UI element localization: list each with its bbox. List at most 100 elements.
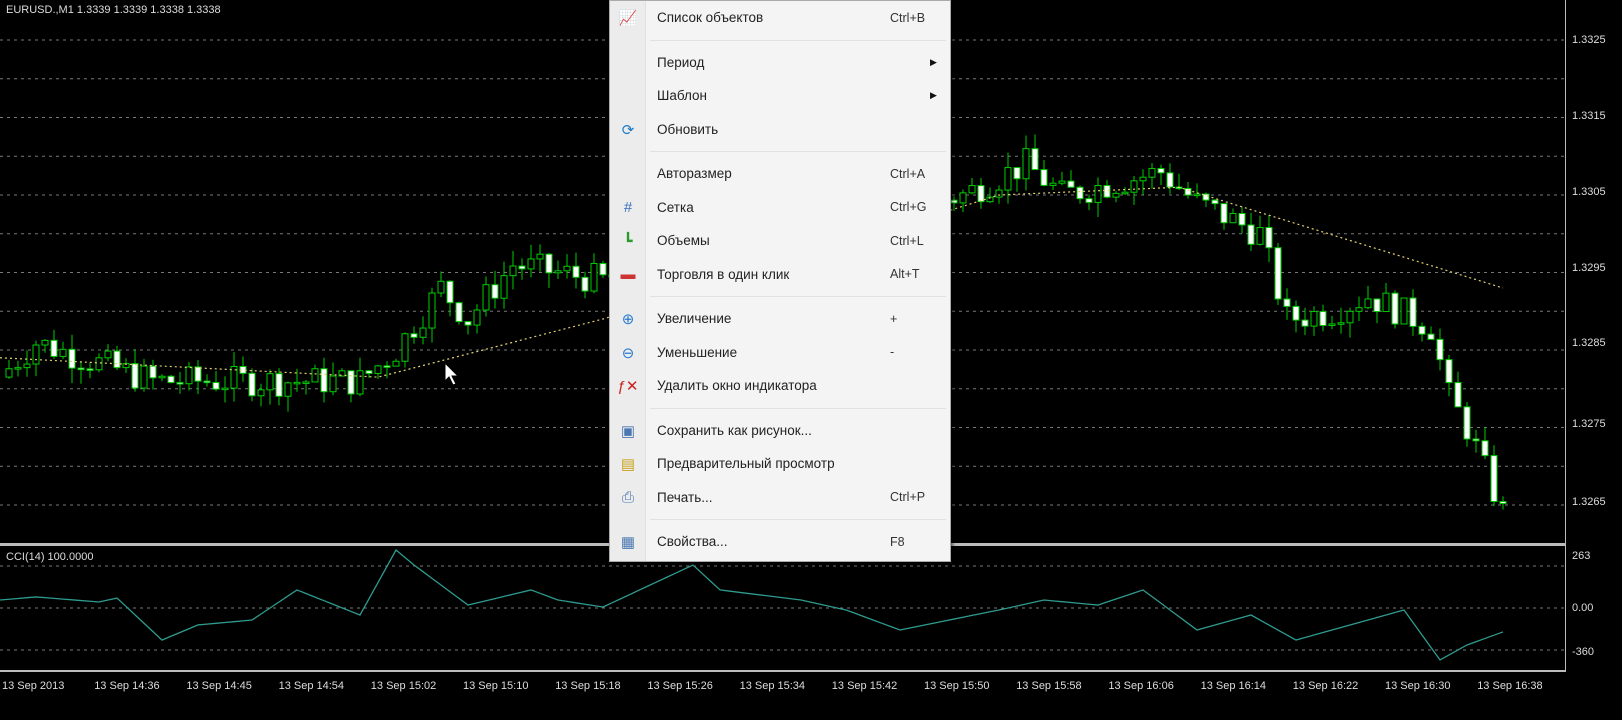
candle-body <box>1499 500 1507 505</box>
volumes-icon: ┗ <box>623 233 633 250</box>
menu-item-label: Объемы <box>657 233 710 249</box>
candle-body <box>1382 292 1390 313</box>
candle-body <box>1337 322 1345 325</box>
candle-body <box>1391 292 1399 325</box>
menu-item-shortcut: Alt+T <box>890 267 920 282</box>
candle-body <box>131 363 139 389</box>
candle-body <box>1238 212 1246 226</box>
menu-item-item2[interactable]: Период ▶ <box>610 46 950 80</box>
menu-item-shortcut: Ctrl+P <box>890 490 926 505</box>
candle-body <box>491 284 499 299</box>
menu-item-shortcut: F8 <box>890 534 905 549</box>
menu-item-label: Период <box>657 54 705 70</box>
menu-separator <box>610 291 950 302</box>
candle-body <box>1148 168 1156 178</box>
candle-body <box>1130 180 1138 193</box>
candle-body <box>1103 185 1111 198</box>
menu-item-zoom-out[interactable]: ⊖ Уменьшение - <box>610 336 950 370</box>
menu-separator <box>610 146 950 157</box>
candle-body <box>1058 180 1066 184</box>
time-label: 13 Sep 16:14 <box>1200 680 1267 692</box>
menu-item-label: Удалить окно индикатора <box>657 378 817 394</box>
time-label: 13 Sep 2013 <box>2 680 65 692</box>
candle-body <box>572 265 580 278</box>
object-list-icon: 📈 <box>618 10 638 27</box>
price-label: 1.3275 <box>1572 418 1606 430</box>
menu-separator <box>610 403 950 414</box>
candle-body <box>545 253 553 274</box>
candle-body <box>1157 168 1165 174</box>
menu-separator <box>610 514 950 525</box>
menu-item-properties[interactable]: ▦ Свойства... F8 <box>610 525 950 559</box>
menu-item-volumes[interactable]: ┗ Объемы Ctrl+L <box>610 224 950 258</box>
menu-item-one-click-trading[interactable]: ▬ Торговля в один клик Alt+T <box>610 258 950 292</box>
time-label: 13 Sep 15:18 <box>555 680 621 692</box>
menu-item-refresh[interactable]: ⟳ Обновить <box>610 113 950 147</box>
candle-body <box>1490 455 1498 502</box>
menu-item-item3[interactable]: Шаблон ▶ <box>610 79 950 113</box>
candle-body <box>1472 438 1480 442</box>
menu-item-print-preview[interactable]: ▤ Предварительный просмотр <box>610 447 950 481</box>
menu-item-print[interactable]: ⎙ Печать... Ctrl+P <box>610 481 950 515</box>
candle-body <box>563 265 571 272</box>
candle-body <box>50 339 58 357</box>
zoom-out-icon: ⊖ <box>621 344 635 362</box>
properties-icon: ▦ <box>620 534 636 551</box>
menu-separator <box>610 35 950 46</box>
price-label: 1.3265 <box>1572 496 1606 508</box>
candle-body <box>68 348 76 369</box>
candle-body <box>1022 148 1030 180</box>
mouse-cursor-icon <box>444 362 460 386</box>
candle-body <box>1247 224 1255 245</box>
price-label: 1.3315 <box>1572 110 1606 122</box>
menu-item-object-list[interactable]: 📈 Список объектов Ctrl+B <box>610 1 950 35</box>
menu-item-delete-indicator-window[interactable]: ƒ✕ Удалить окно индикатора <box>610 369 950 403</box>
candle-body <box>1418 325 1426 335</box>
candle-body <box>599 262 607 276</box>
candle-body <box>176 382 184 385</box>
candle-body <box>1211 199 1219 205</box>
menu-item-shortcut: - <box>890 345 895 360</box>
menu-item-item6[interactable]: Авторазмер Ctrl+A <box>610 157 950 191</box>
candle-body <box>149 365 157 379</box>
candle-body <box>113 350 121 369</box>
menu-item-shortcut: Ctrl+B <box>890 10 926 25</box>
candle-body <box>293 381 301 385</box>
candle-body <box>221 387 229 391</box>
menu-item-label: Список объектов <box>657 10 764 26</box>
candle-body <box>284 382 292 397</box>
candle-body <box>41 339 49 346</box>
candle-body <box>446 280 454 304</box>
menu-item-grid[interactable]: # Сетка Ctrl+G <box>610 191 950 225</box>
candle-body <box>500 275 508 299</box>
time-label: 13 Sep 15:02 <box>370 680 437 692</box>
candle-body <box>1085 198 1093 203</box>
candle-body <box>1139 176 1147 182</box>
menu-item-label: Предварительный просмотр <box>657 456 835 472</box>
candle-body <box>1400 297 1408 325</box>
candle-body <box>1067 180 1075 188</box>
candle-body <box>86 368 94 371</box>
candle-body <box>1463 406 1471 440</box>
menu-item-label: Обновить <box>657 121 719 137</box>
zoom-in-icon: ⊕ <box>621 311 635 328</box>
candle-body <box>1283 298 1291 307</box>
candle-body <box>1346 310 1354 324</box>
one-click-trading-icon: ▬ <box>620 266 636 283</box>
save-picture-icon: ▣ <box>620 422 636 440</box>
delete-indicator-window-icon: ƒ✕ <box>617 378 639 395</box>
menu-item-label: Торговля в один клик <box>657 266 790 282</box>
print-preview-icon: ▤ <box>620 456 636 473</box>
candle-body <box>383 365 391 368</box>
candle-body <box>194 366 202 382</box>
candle-body <box>185 366 193 385</box>
menu-item-label: Уменьшение <box>657 344 738 360</box>
candle-body <box>311 368 319 383</box>
menu-item-save-picture[interactable]: ▣ Сохранить как рисунок... <box>610 414 950 448</box>
time-label: 13 Sep 15:10 <box>463 680 529 692</box>
candle-body <box>356 370 364 395</box>
cci-label: -360 <box>1572 646 1595 658</box>
candle-body <box>140 365 148 389</box>
menu-item-zoom-in[interactable]: ⊕ Увеличение + <box>610 302 950 336</box>
candle-body <box>1040 169 1048 186</box>
